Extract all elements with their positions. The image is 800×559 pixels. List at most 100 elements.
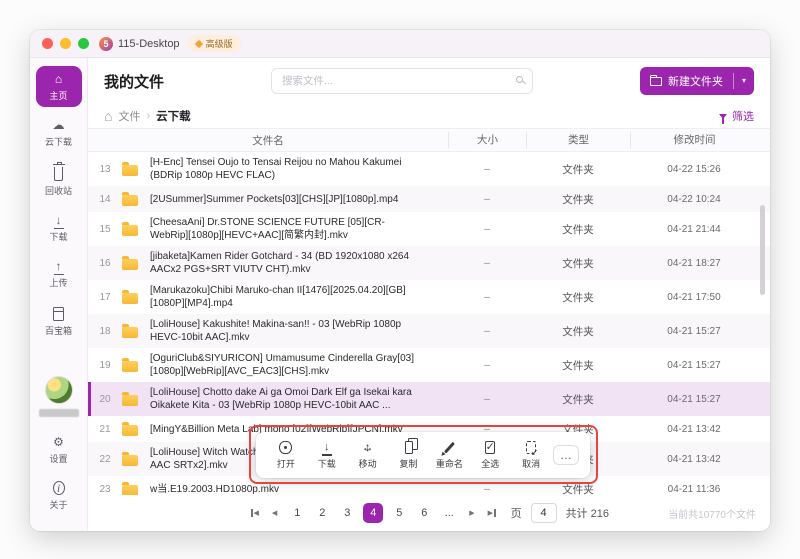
sidebar-item[interactable]: ↓ 下载 — [36, 207, 82, 248]
sidebar-item[interactable]: 回收站 — [36, 158, 82, 202]
file-size: – — [484, 193, 490, 205]
toolbar-action[interactable]: 取消 — [512, 440, 550, 470]
page-input[interactable] — [530, 503, 557, 523]
toolbar-action[interactable]: 打开 — [267, 440, 305, 470]
sidebar-item[interactable]: i 关于 — [36, 475, 82, 516]
avatar[interactable] — [44, 376, 73, 404]
table-row[interactable]: 19 [OguriClub&SIYURICON] Umamusume Cinde… — [88, 348, 770, 382]
folder-icon — [122, 255, 138, 270]
folder-icon — [122, 221, 138, 236]
more-actions-button[interactable]: … — [553, 445, 579, 465]
file-size: – — [484, 163, 490, 175]
breadcrumb-current: 云下载 — [156, 111, 191, 123]
premium-badge[interactable]: 高级版 — [187, 35, 241, 52]
folder-icon — [122, 323, 138, 338]
minimize-button[interactable] — [60, 38, 71, 49]
toolbar-action[interactable]: 复制 — [390, 437, 428, 470]
window-title: 115-Desktop — [118, 37, 180, 50]
sidebar-item-icon — [52, 161, 65, 181]
action-toolbar: 打开 ↓ 下载 移动 复制 重命名 ✓ 全选 — [256, 432, 590, 478]
column-filename[interactable]: 文件名 — [88, 133, 448, 148]
page-number[interactable]: 3 — [338, 503, 356, 523]
toolbar-action[interactable]: ✓ 全选 — [471, 440, 509, 470]
page-number[interactable]: 1 — [288, 503, 306, 523]
file-type: 文件夹 — [562, 359, 594, 372]
folder-icon — [122, 391, 138, 406]
toolbar-action[interactable]: 重命名 — [430, 441, 468, 470]
sidebar-footer: ⚙ 设置 i 关于 — [36, 429, 82, 521]
filter-label: 筛选 — [732, 111, 754, 123]
sidebar-item[interactable]: ⚙ 设置 — [36, 429, 82, 470]
page-number[interactable]: 6 — [415, 503, 433, 523]
row-index: 22 — [99, 453, 111, 465]
sidebar-item[interactable]: ⌂ 主页 — [35, 66, 82, 107]
column-modified[interactable]: 修改时间 — [630, 132, 758, 148]
sidebar-nav: ⌂ 主页 ☁ 云下载 回收站 ↓ 下载 — [35, 66, 82, 347]
folder-icon — [122, 357, 138, 372]
page-number[interactable]: 5 — [390, 503, 408, 523]
file-type: 文件夹 — [562, 163, 594, 176]
sidebar-item-label: 主页 — [49, 91, 68, 101]
table-row[interactable]: 23 w当.E19.2003.HD1080p.mkv – 文件夹 04-21 1… — [88, 476, 770, 495]
app-window: 5 115-Desktop 高级版 ⌂ 主页 ☁ 云下载 — [30, 30, 770, 531]
column-size[interactable]: 大小 — [448, 132, 526, 148]
zoom-button[interactable] — [78, 38, 89, 49]
file-name: [H-Enc] Tensei Oujo to Tensai Reijou no … — [150, 157, 402, 181]
sidebar-item-label: 云下载 — [44, 137, 72, 147]
next-page-button[interactable]: ▶ — [467, 510, 476, 517]
file-icon-cell — [122, 323, 150, 338]
row-index: 19 — [99, 359, 111, 371]
file-modified: 04-21 18:27 — [667, 257, 721, 269]
last-page-button[interactable]: ▶ — [486, 509, 498, 517]
folder-icon — [122, 481, 138, 495]
page-number[interactable]: 2 — [313, 503, 331, 523]
file-modified: 04-21 15:27 — [667, 393, 721, 405]
username-redacted — [38, 409, 79, 417]
file-icon-cell — [122, 451, 150, 466]
breadcrumb-root[interactable]: 文件 — [118, 108, 140, 124]
home-icon[interactable]: ⌂ — [104, 109, 112, 123]
file-size: – — [484, 291, 490, 303]
window-controls — [42, 38, 89, 49]
sidebar-item-label: 设置 — [49, 454, 68, 464]
close-button[interactable] — [42, 38, 53, 49]
scrollbar-thumb[interactable] — [760, 205, 765, 295]
row-index: 14 — [99, 193, 111, 205]
table-row[interactable]: 13 [H-Enc] Tensei Oujo to Tensai Reijou … — [88, 152, 770, 186]
premium-badge-label: 高级版 — [205, 39, 233, 49]
main-header: 我的文件 新建文件夹 ▾ — [88, 58, 770, 104]
toolbar-action[interactable]: ↓ 下载 — [308, 441, 346, 470]
table-row[interactable]: 14 [2USummer]Summer Pockets[03][CHS][JP]… — [88, 186, 770, 212]
table-row[interactable]: 17 [Marukazoku]Chibi Maruko-chan II[1476… — [88, 280, 770, 314]
sidebar-item[interactable]: ☁ 云下载 — [36, 112, 82, 153]
table-row[interactable]: 18 [LoliHouse] Kakushite! Makina-san!! -… — [88, 314, 770, 348]
file-icon-cell — [122, 255, 150, 270]
sidebar-item-label: 下载 — [49, 232, 68, 242]
search-input[interactable] — [271, 68, 533, 94]
folder-icon — [122, 161, 138, 176]
prev-page-button[interactable]: ◀ — [270, 510, 279, 517]
new-folder-button[interactable]: 新建文件夹 ▾ — [639, 67, 754, 95]
sidebar-item-icon: ⌂ — [54, 72, 63, 86]
chevron-down-icon[interactable]: ▾ — [734, 77, 754, 85]
table-row[interactable]: 20 [LoliHouse] Chotto dake Ai ga Omoi Da… — [88, 382, 770, 416]
toolbar-action[interactable]: 移动 — [349, 441, 387, 470]
filter-button[interactable]: 筛选 — [719, 108, 754, 124]
sidebar-item-icon — [53, 307, 64, 321]
sidebar-item-icon: i — [52, 481, 65, 495]
table-row[interactable]: 15 [CheesaAni] Dr.STONE SCIENCE FUTURE [… — [88, 212, 770, 246]
sidebar-item-icon: ↑ — [53, 259, 64, 275]
column-type[interactable]: 类型 — [526, 132, 630, 148]
file-name: [CheesaAni] Dr.STONE SCIENCE FUTURE [05]… — [150, 217, 385, 241]
page-number[interactable]: ... — [440, 503, 458, 523]
page-numbers: 1 2 3 4 5 6 ... — [288, 503, 458, 523]
sidebar-item[interactable]: ↑ 上传 — [36, 253, 82, 294]
page-number[interactable]: 4 — [363, 503, 384, 523]
file-size: – — [484, 325, 490, 337]
table-row[interactable]: 16 [jibaketa]Kamen Rider Gotchard - 34 (… — [88, 246, 770, 280]
file-name: [LoliHouse] Kakushite! Makina-san!! - 03… — [150, 319, 402, 343]
first-page-button[interactable]: ◀ — [249, 509, 261, 517]
titlebar: 5 115-Desktop 高级版 — [30, 30, 770, 58]
file-modified: 04-21 13:42 — [667, 453, 721, 465]
sidebar-item[interactable]: 百宝箱 — [36, 299, 82, 342]
